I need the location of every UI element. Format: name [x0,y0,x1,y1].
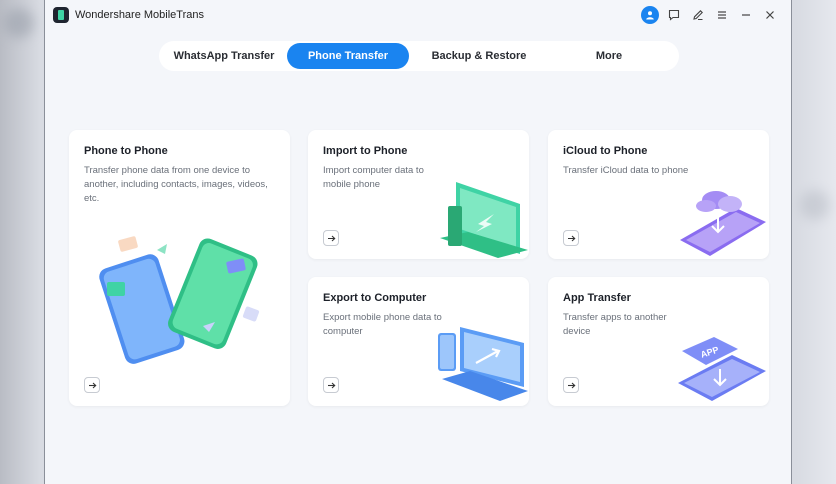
card-app-transfer[interactable]: App Transfer Transfer apps to another de… [548,277,769,406]
card-description: Export mobile phone data to computer [323,312,442,337]
import-to-phone-illustration [440,182,528,258]
open-arrow-button[interactable] [563,377,579,393]
card-title: Phone to Phone [84,145,168,157]
user-icon[interactable] [641,6,659,24]
phone-to-phone-illustration [99,236,260,364]
card-description: Import computer data to mobile phone [323,165,424,190]
tab-whatsapp-transfer[interactable]: WhatsApp Transfer [161,43,287,69]
tab-more[interactable]: More [549,43,669,69]
background-blur-right [800,190,830,220]
card-title: App Transfer [563,292,631,304]
card-title: Export to Computer [323,292,427,304]
app-logo-icon [53,7,69,23]
card-description: Transfer apps to another device [563,312,667,337]
close-icon[interactable] [761,6,779,24]
app-window: Wondershare MobileTrans WhatsApp Transfe… [44,0,792,484]
edit-icon[interactable] [689,6,707,24]
app-transfer-illustration: APP [678,337,766,401]
open-arrow-button[interactable] [563,230,579,246]
open-arrow-button[interactable] [84,377,100,393]
icloud-to-phone-illustration [680,191,766,256]
main-tabs: WhatsApp Transfer Phone Transfer Backup … [159,41,679,71]
card-description: Transfer iCloud data to phone [563,165,689,176]
export-to-computer-illustration [438,327,528,401]
card-import-to-phone[interactable]: Import to Phone Import computer data to … [308,130,529,259]
card-description: Transfer phone data from one device to a… [84,165,268,204]
feedback-icon[interactable] [665,6,683,24]
card-title: Import to Phone [323,145,408,157]
card-export-to-computer[interactable]: Export to Computer Export mobile phone d… [308,277,529,406]
tab-phone-transfer[interactable]: Phone Transfer [287,43,409,69]
app-title: Wondershare MobileTrans [75,9,205,21]
open-arrow-button[interactable] [323,230,339,246]
menu-icon[interactable] [713,6,731,24]
background-blur-left [4,8,34,38]
card-phone-to-phone[interactable]: Phone to Phone Transfer phone data from … [69,130,290,406]
open-arrow-button[interactable] [323,377,339,393]
minimize-icon[interactable] [737,6,755,24]
tab-backup-restore[interactable]: Backup & Restore [409,43,549,69]
titlebar: Wondershare MobileTrans [45,0,791,30]
card-title: iCloud to Phone [563,145,648,157]
titlebar-controls [641,6,779,24]
card-icloud-to-phone[interactable]: iCloud to Phone Transfer iCloud data to … [548,130,769,259]
